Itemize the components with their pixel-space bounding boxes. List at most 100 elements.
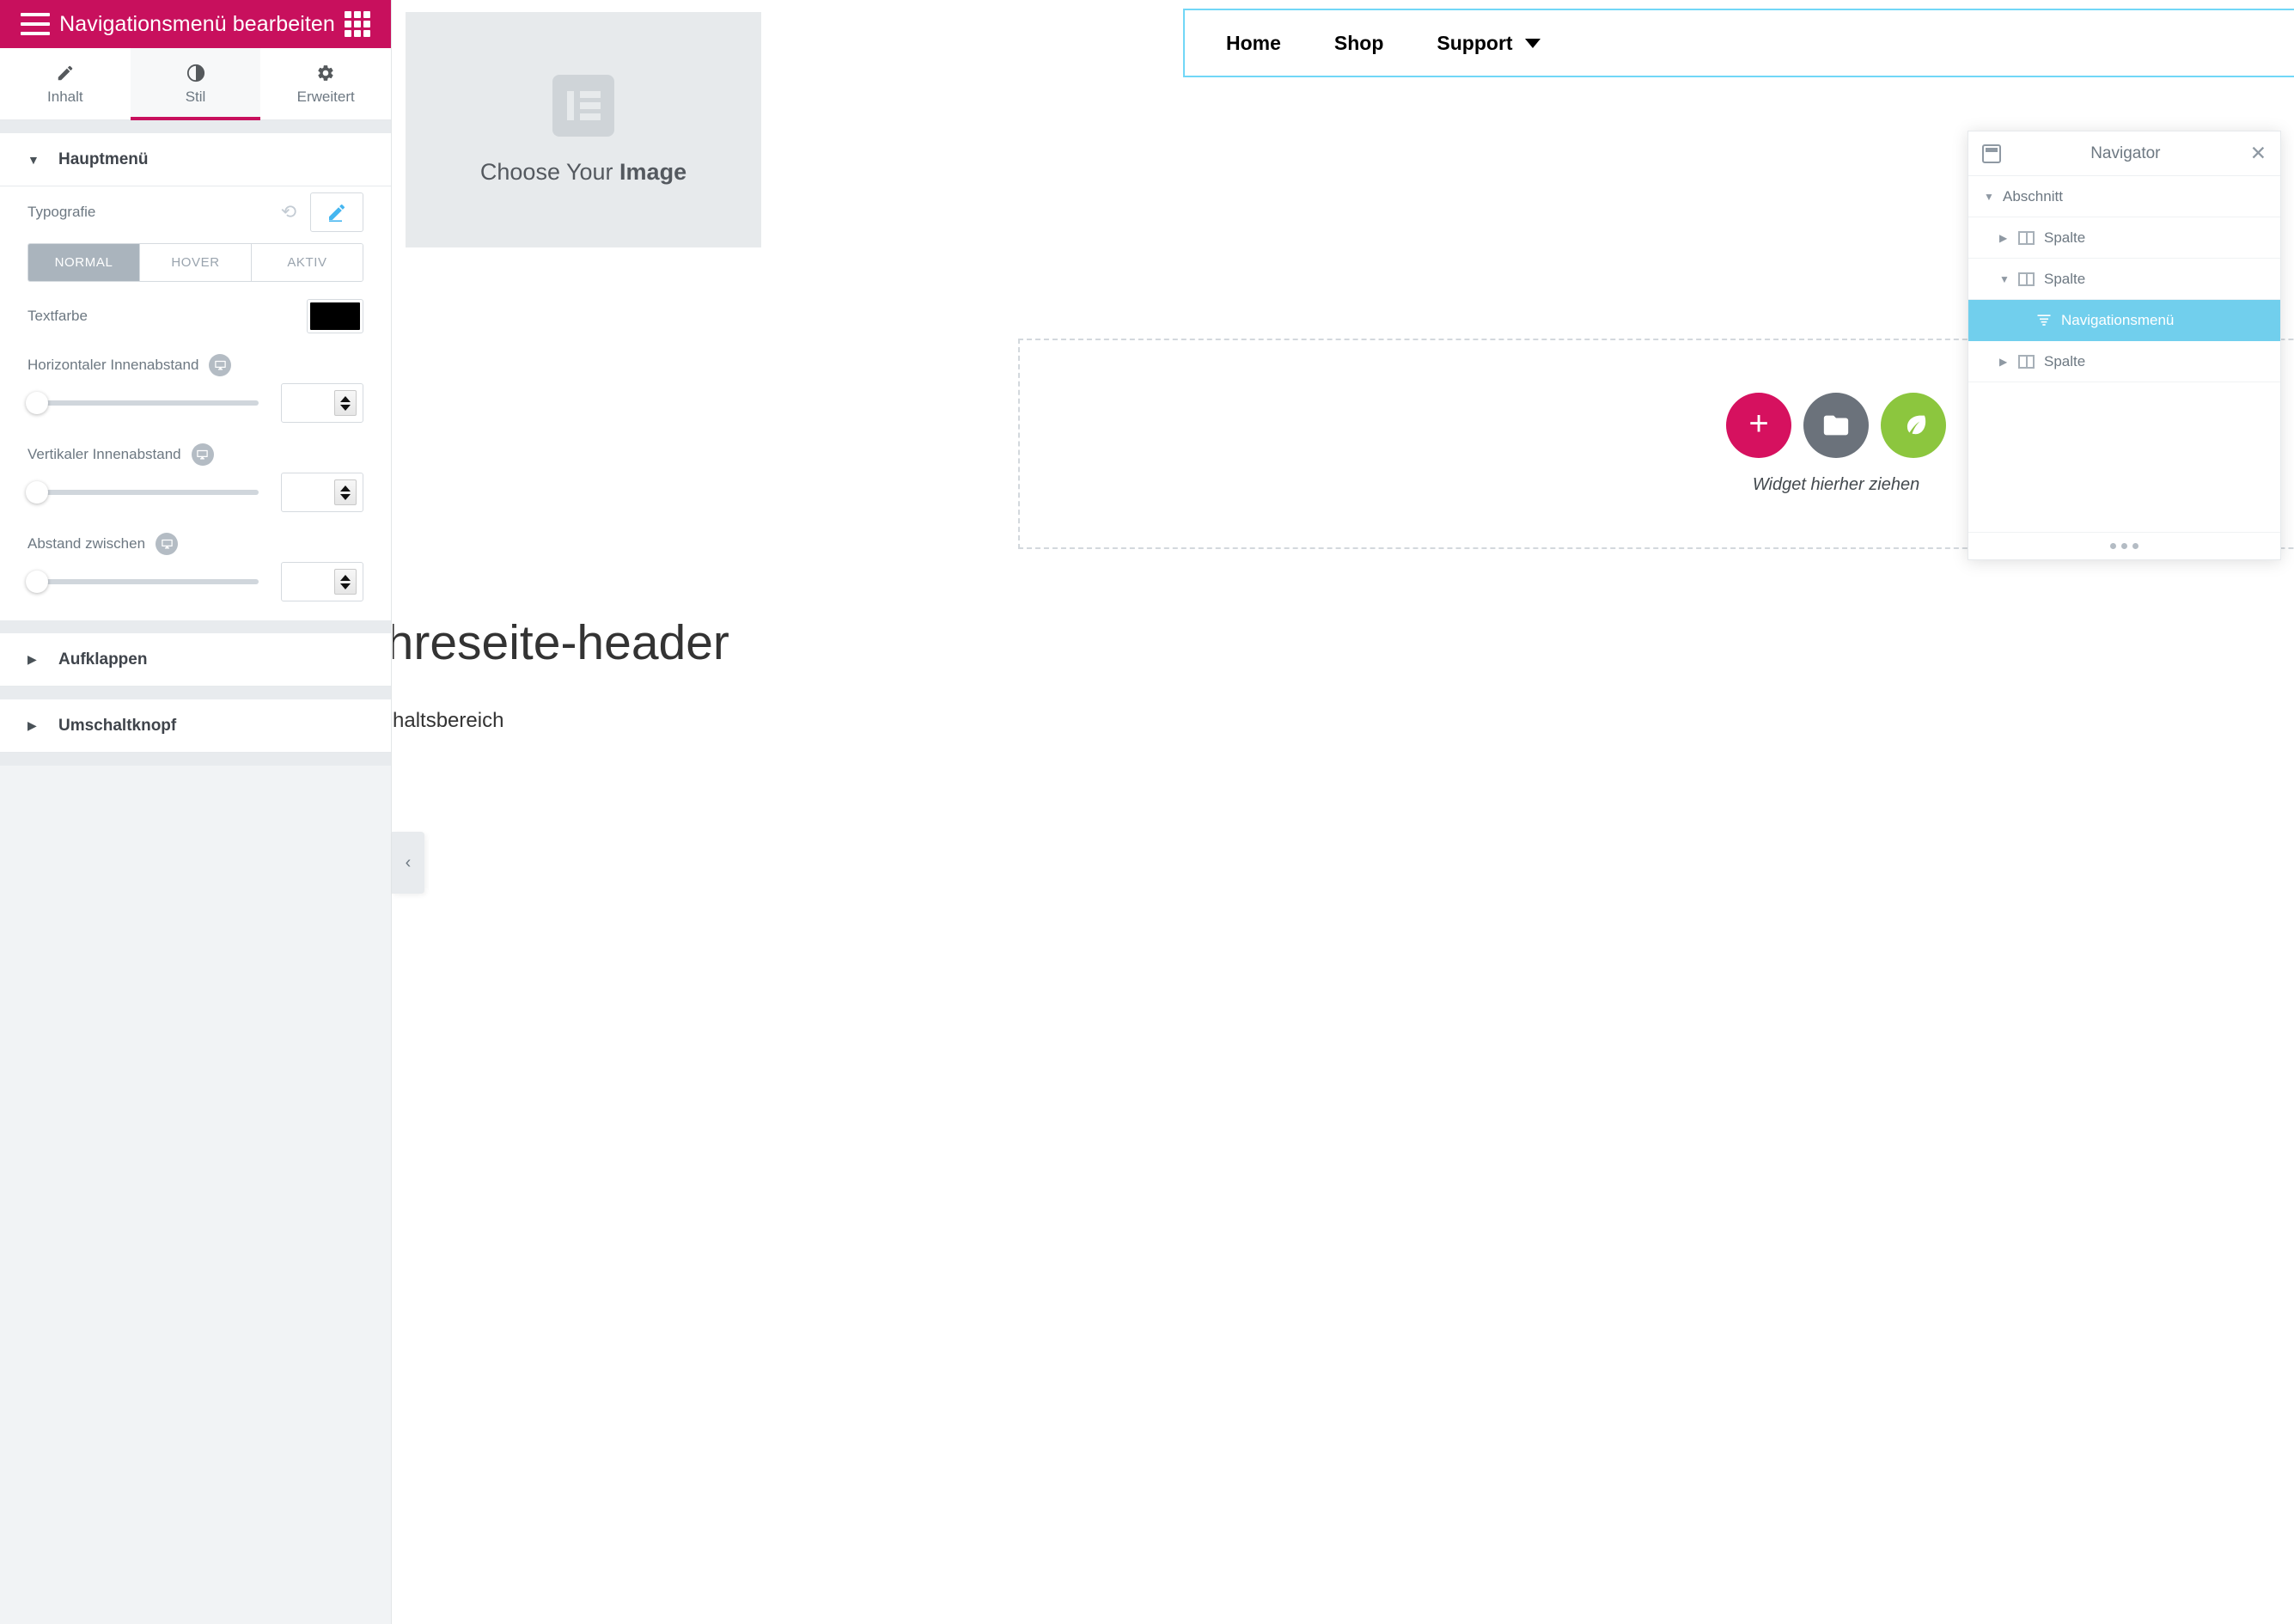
space-between-slider[interactable] — [26, 571, 259, 593]
navigator-panel: Navigator ✕ ▼ Abschnitt ▶ Spalte ▼ Spalt… — [1968, 131, 2281, 560]
add-envato-button[interactable] — [1881, 393, 1946, 458]
drop-zone-label: Widget hierher ziehen — [1752, 475, 1920, 494]
reset-icon[interactable]: ⟳ — [281, 201, 296, 223]
chevron-down-icon — [1524, 38, 1541, 48]
panel-tabs: Inhalt Stil Erweitert — [0, 48, 392, 120]
dock-icon[interactable] — [1982, 143, 2001, 163]
contrast-icon — [186, 62, 205, 84]
nav-item-support[interactable]: Support — [1437, 31, 1541, 55]
textcolor-swatch[interactable] — [307, 299, 363, 333]
panel-header: Navigationsmenü bearbeiten — [0, 0, 391, 48]
section-umschaltknopf[interactable]: ▶ Umschaltknopf — [0, 699, 391, 753]
nav-menu-widget[interactable]: Home Shop Support — [1183, 9, 2294, 77]
close-icon[interactable]: ✕ — [2250, 143, 2267, 163]
add-template-button[interactable] — [1803, 393, 1869, 458]
tree-item-abschnitt-label: Abschnitt — [2003, 187, 2063, 205]
nav-menu-icon — [2035, 312, 2061, 329]
column-icon — [2018, 230, 2044, 245]
tree-item-spalte-2-label: Spalte — [2044, 270, 2086, 287]
column-icon — [2018, 354, 2044, 369]
nav-item-home[interactable]: Home — [1226, 32, 1281, 55]
slider-knob[interactable] — [26, 571, 48, 593]
navigator-title: Navigator — [2090, 143, 2161, 162]
desktop-icon[interactable] — [191, 443, 214, 466]
textcolor-row: Textfarbe — [27, 294, 363, 339]
section-hauptmenue-label: Hauptmenü — [58, 150, 149, 168]
navigator-header: Navigator ✕ — [1968, 131, 2280, 176]
state-tabs: NORMAL HOVER AKTIV — [27, 243, 363, 282]
tree-item-abschnitt[interactable]: ▼ Abschnitt — [1968, 176, 2280, 217]
image-placeholder-text-plain: Choose Your — [479, 158, 620, 185]
panel-body: ▼ Hauptmenü Typografie ⟳ NORMAL HOVER AK… — [0, 120, 391, 1624]
nav-item-support-label: Support — [1437, 31, 1513, 54]
chevron-down-icon[interactable]: ▼ — [1999, 273, 2018, 285]
tab-stil[interactable]: Stil — [130, 48, 261, 120]
section-aufklappen-label: Aufklappen — [58, 650, 148, 669]
tab-inhalt[interactable]: Inhalt — [0, 48, 131, 119]
textcolor-label: Textfarbe — [27, 308, 88, 324]
tree-item-spalte-2[interactable]: ▼ Spalte — [1968, 259, 2280, 300]
space-between-input[interactable] — [281, 562, 363, 601]
grid-apps-icon[interactable] — [345, 11, 370, 37]
image-placeholder-text: Choose Your Image — [480, 159, 686, 186]
image-placeholder-text-bold: Image — [619, 158, 687, 185]
navigator-tree: ▼ Abschnitt ▶ Spalte ▼ Spalte Navigation… — [1968, 176, 2280, 532]
vertical-padding-label: Vertikaler Innenabstand — [27, 446, 181, 462]
slider-knob[interactable] — [26, 481, 48, 504]
panel-divider-top — [0, 120, 391, 133]
space-between-label: Abstand zwischen — [27, 535, 146, 552]
panel-collapse-button[interactable]: ‹ — [392, 832, 424, 894]
space-between-label-row: Abstand zwischen — [27, 533, 363, 555]
chevron-right-icon[interactable]: ▶ — [1999, 232, 2018, 244]
nav-item-home-label: Home — [1226, 31, 1281, 54]
typography-actions: ⟳ — [281, 192, 363, 232]
pencil-icon — [56, 62, 75, 84]
tab-stil-label: Stil — [185, 89, 206, 105]
leaf-icon — [1907, 415, 1926, 435]
slider-knob[interactable] — [26, 392, 48, 414]
chevron-left-icon: ‹ — [405, 852, 412, 872]
tree-item-spalte-1[interactable]: ▶ Spalte — [1968, 217, 2280, 259]
horizontal-padding-stepper[interactable] — [334, 390, 357, 416]
state-tab-normal[interactable]: NORMAL — [28, 244, 140, 281]
state-tab-hover[interactable]: HOVER — [140, 244, 252, 281]
gear-icon — [316, 62, 335, 84]
horizontal-padding-input[interactable] — [281, 383, 363, 423]
horizontal-padding-label: Horizontaler Innenabstand — [27, 357, 199, 373]
hamburger-menu-icon[interactable] — [21, 13, 50, 35]
desktop-icon[interactable] — [209, 354, 232, 376]
nav-item-shop-label: Shop — [1333, 31, 1384, 54]
horizontal-padding-label-row: Horizontaler Innenabstand — [27, 354, 363, 376]
horizontal-padding-slider[interactable] — [26, 392, 259, 414]
slider-group-space-between: Abstand zwischen — [26, 533, 363, 601]
tree-item-navigationsmenue[interactable]: Navigationsmenü — [1968, 300, 2280, 341]
vertical-padding-stepper[interactable] — [334, 479, 357, 505]
add-widget-button[interactable]: + — [1726, 393, 1791, 458]
vertical-padding-label-row: Vertikaler Innenabstand — [27, 443, 363, 466]
column-icon — [2018, 272, 2044, 286]
state-tab-aktiv[interactable]: AKTIV — [252, 244, 363, 281]
typography-edit-button[interactable] — [310, 192, 363, 232]
space-between-stepper[interactable] — [334, 569, 357, 595]
chevron-down-icon[interactable]: ▼ — [1984, 191, 2003, 203]
drag-dots-icon[interactable] — [2110, 543, 2138, 549]
tab-erweitert-label: Erweitert — [296, 89, 355, 105]
slider-group-vertical-padding: Vertikaler Innenabstand — [26, 443, 363, 512]
vertical-padding-slider-row — [26, 466, 363, 512]
tab-erweitert[interactable]: Erweitert — [260, 48, 392, 119]
horizontal-padding-slider-row — [26, 376, 363, 423]
typography-row: Typografie ⟳ — [27, 190, 363, 235]
section-umschaltknopf-label: Umschaltknopf — [58, 716, 177, 735]
desktop-icon[interactable] — [156, 533, 179, 555]
chevron-right-icon[interactable]: ▶ — [1999, 356, 2018, 368]
panel-divider-3 — [0, 753, 391, 766]
tab-inhalt-label: Inhalt — [47, 89, 83, 105]
section-aufklappen[interactable]: ▶ Aufklappen — [0, 633, 391, 687]
nav-item-shop[interactable]: Shop — [1334, 32, 1384, 55]
tree-item-spalte-1-label: Spalte — [2044, 229, 2086, 246]
tree-item-spalte-3[interactable]: ▶ Spalte — [1968, 341, 2280, 382]
vertical-padding-input[interactable] — [281, 473, 363, 512]
image-widget-placeholder[interactable]: Choose Your Image — [406, 12, 761, 247]
section-hauptmenue[interactable]: ▼ Hauptmenü — [0, 133, 391, 186]
vertical-padding-slider[interactable] — [26, 481, 259, 504]
